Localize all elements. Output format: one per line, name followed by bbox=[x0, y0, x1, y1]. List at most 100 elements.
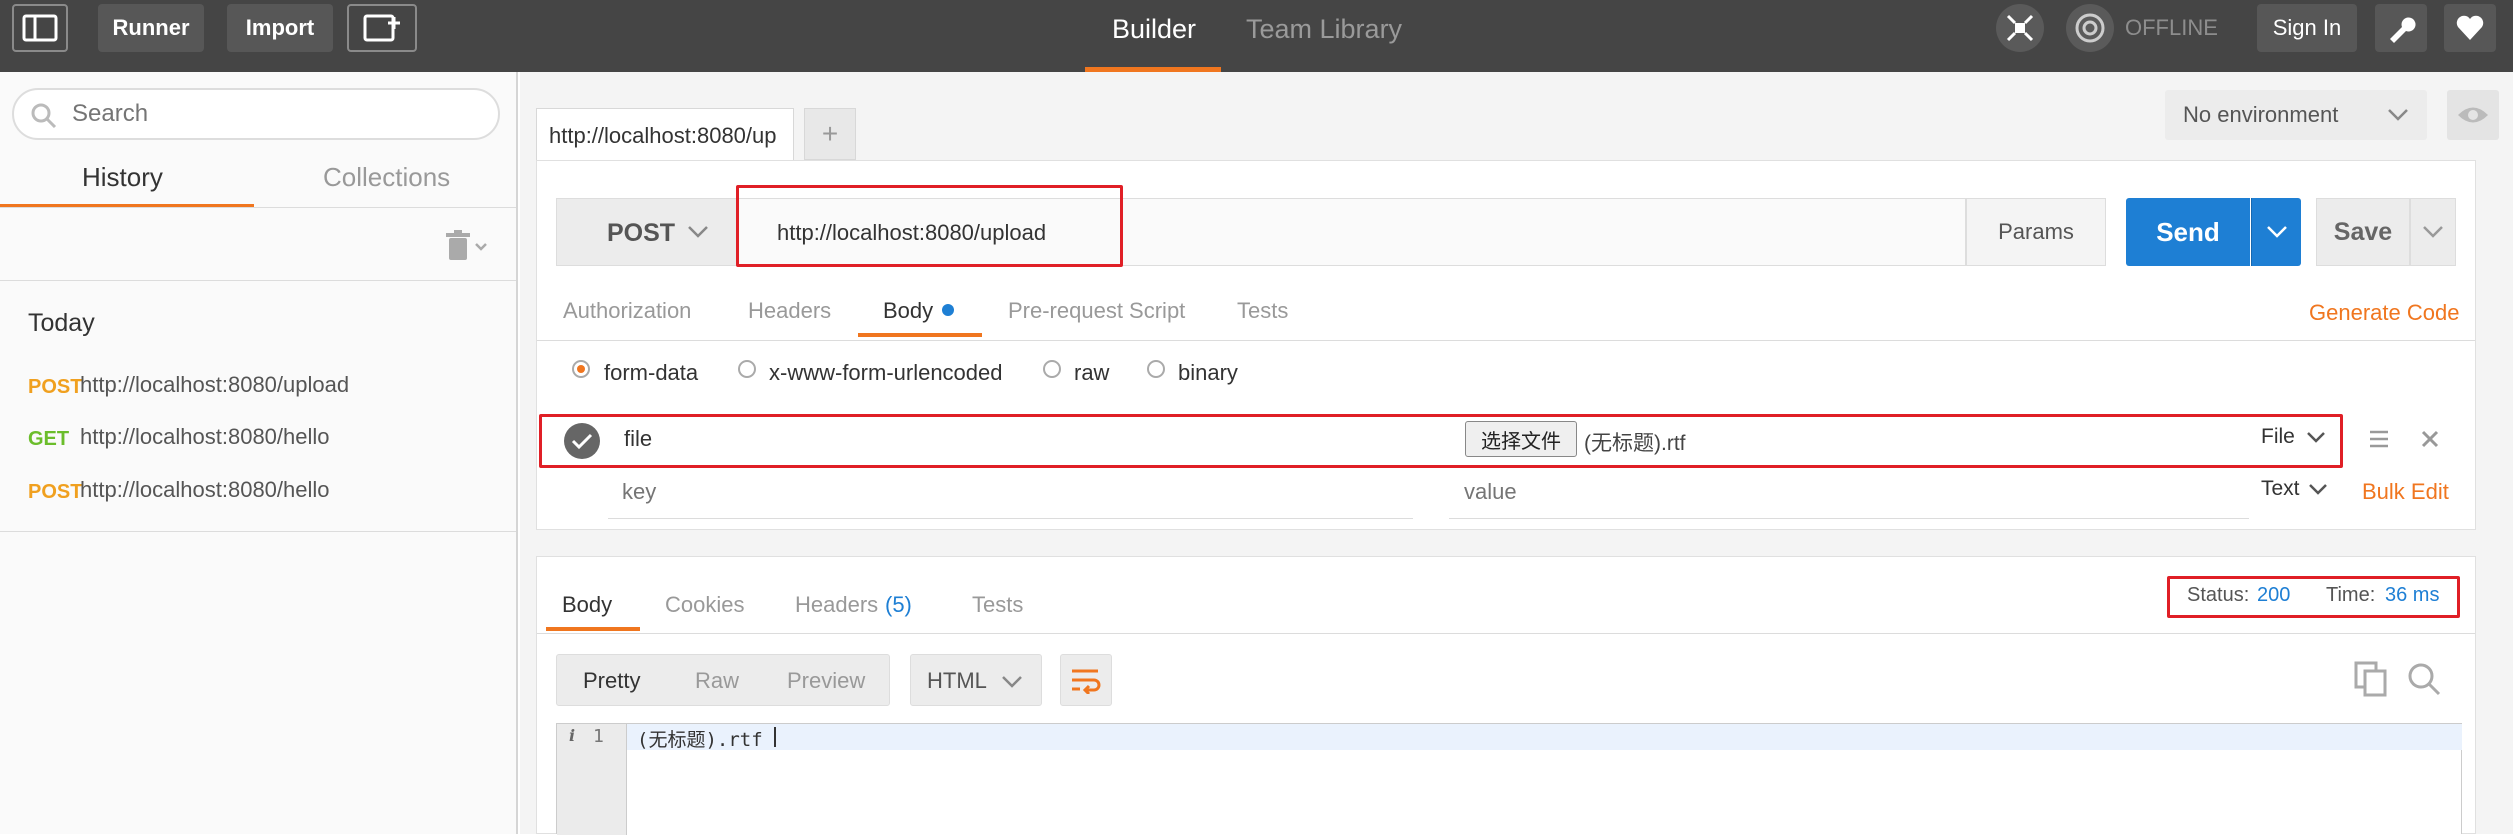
heart-icon bbox=[2456, 15, 2484, 40]
response-tab-tests[interactable]: Tests bbox=[972, 592, 1023, 618]
trash-icon bbox=[446, 230, 487, 260]
history-item[interactable]: POST http://localhost:8080/upload bbox=[28, 372, 508, 408]
add-tab-button[interactable]: + bbox=[804, 108, 856, 160]
url-field[interactable] bbox=[738, 198, 1966, 266]
view-pretty-button[interactable]: Pretty bbox=[583, 668, 640, 694]
row-drag-handle-icon[interactable] bbox=[2366, 428, 2392, 450]
search-icon[interactable] bbox=[2406, 661, 2442, 697]
history-item-url: http://localhost:8080/upload bbox=[80, 372, 350, 397]
sidebar: History Collections Today POST http://lo… bbox=[0, 72, 518, 834]
radio-form-data-label: form-data bbox=[604, 360, 699, 385]
new-type-select[interactable]: Text bbox=[2261, 477, 2300, 501]
eye-icon bbox=[2458, 107, 2488, 123]
close-icon[interactable] bbox=[2419, 428, 2441, 450]
view-mode-switcher: Pretty Raw Preview bbox=[556, 654, 890, 706]
tab-pre-request-script[interactable]: Pre-request Script bbox=[1008, 298, 1185, 324]
view-preview-button[interactable]: Preview bbox=[787, 668, 865, 694]
heart-button[interactable] bbox=[2444, 4, 2496, 52]
copy-icon[interactable] bbox=[2354, 661, 2388, 697]
url-input[interactable] bbox=[777, 217, 1477, 249]
chevron-down-icon bbox=[2307, 432, 2325, 443]
radio-urlencoded[interactable] bbox=[738, 360, 756, 378]
row-enabled-checkbox[interactable] bbox=[564, 423, 600, 459]
offline-status: OFFLINE bbox=[2125, 15, 2218, 40]
status-value: 200 bbox=[2257, 584, 2291, 606]
format-value: HTML bbox=[927, 668, 987, 693]
environment-quick-look-button[interactable] bbox=[2447, 90, 2499, 140]
chevron-down-icon bbox=[2309, 484, 2327, 495]
params-button[interactable]: Params bbox=[1966, 198, 2106, 266]
radio-binary[interactable] bbox=[1147, 360, 1165, 378]
sync-icon bbox=[2075, 13, 2105, 43]
history-item-method: GET bbox=[28, 428, 70, 450]
check-icon bbox=[571, 433, 593, 450]
history-item[interactable]: POST http://localhost:8080/hello bbox=[28, 477, 508, 513]
time-value: 36 ms bbox=[2385, 584, 2440, 606]
save-options-button[interactable] bbox=[2410, 198, 2456, 266]
time-label: Time: bbox=[2326, 584, 2376, 606]
response-tab-headers[interactable]: Headers bbox=[795, 592, 878, 618]
tab-body[interactable]: Body bbox=[883, 298, 933, 324]
import-button[interactable]: Import bbox=[227, 4, 333, 52]
form-type-select[interactable]: File bbox=[2261, 425, 2295, 449]
send-options-button[interactable] bbox=[2251, 198, 2301, 266]
sync-status-button[interactable] bbox=[2066, 4, 2114, 52]
tab-collections[interactable]: Collections bbox=[323, 162, 450, 193]
tab-builder[interactable]: Builder bbox=[1112, 14, 1196, 45]
history-group-today: Today bbox=[28, 309, 95, 337]
text-cursor bbox=[774, 727, 776, 747]
request-tab[interactable]: http://localhost:8080/up bbox=[536, 108, 794, 162]
sidebar-toggle-button[interactable] bbox=[12, 4, 68, 52]
new-key-input[interactable] bbox=[622, 476, 1322, 508]
radio-raw[interactable] bbox=[1043, 360, 1061, 378]
format-select[interactable]: HTML bbox=[910, 654, 1042, 706]
environment-select[interactable]: No environment bbox=[2165, 90, 2427, 140]
history-item[interactable]: GET http://localhost:8080/hello bbox=[28, 424, 508, 460]
new-tab-button[interactable] bbox=[347, 4, 417, 52]
save-button[interactable]: Save bbox=[2316, 198, 2410, 266]
response-tab-indicator bbox=[546, 627, 640, 631]
form-key[interactable]: file bbox=[624, 426, 652, 452]
method-select[interactable]: POST bbox=[556, 198, 738, 266]
runner-button[interactable]: Runner bbox=[98, 4, 204, 52]
chevron-down-icon bbox=[2266, 226, 2287, 238]
choose-file-button[interactable]: 选择文件 bbox=[1465, 421, 1577, 457]
info-icon: i bbox=[569, 726, 576, 745]
history-item-method: POST bbox=[28, 481, 83, 503]
tab-tests[interactable]: Tests bbox=[1237, 298, 1288, 324]
response-tab-cookies[interactable]: Cookies bbox=[665, 592, 744, 618]
response-tab-body[interactable]: Body bbox=[562, 592, 612, 618]
view-raw-button[interactable]: Raw bbox=[695, 668, 739, 694]
generate-code-link[interactable]: Generate Code bbox=[2309, 300, 2459, 326]
response-headers-count: (5) bbox=[885, 592, 912, 617]
tab-authorization[interactable]: Authorization bbox=[563, 298, 691, 324]
editor-gutter bbox=[557, 724, 627, 835]
tab-history[interactable]: History bbox=[82, 162, 163, 193]
environment-selected: No environment bbox=[2183, 102, 2339, 127]
new-value-input[interactable] bbox=[1464, 476, 2164, 508]
line-number: 1 bbox=[593, 726, 604, 747]
wrap-lines-icon bbox=[1072, 669, 1101, 694]
clear-history-button[interactable] bbox=[444, 230, 492, 267]
tab-team-library[interactable]: Team Library bbox=[1246, 14, 1402, 45]
radio-urlencoded-label: x-www-form-urlencoded bbox=[769, 360, 1003, 385]
history-item-url: http://localhost:8080/hello bbox=[80, 424, 330, 449]
search-input[interactable] bbox=[72, 98, 472, 130]
settings-button[interactable] bbox=[2375, 4, 2427, 52]
history-item-url: http://localhost:8080/hello bbox=[80, 477, 330, 502]
send-button[interactable]: Send bbox=[2126, 198, 2250, 266]
history-item-method: POST bbox=[28, 376, 83, 398]
wrench-icon bbox=[2390, 17, 2416, 43]
search-box[interactable] bbox=[12, 88, 500, 140]
interceptor-button[interactable] bbox=[1996, 4, 2044, 52]
bulk-edit-link[interactable]: Bulk Edit bbox=[2362, 479, 2449, 505]
sign-in-button[interactable]: Sign In bbox=[2257, 4, 2357, 52]
wrap-lines-button[interactable] bbox=[1060, 654, 1112, 706]
tab-headers[interactable]: Headers bbox=[748, 298, 831, 324]
radio-form-data[interactable] bbox=[572, 360, 590, 378]
satellite-icon bbox=[2006, 14, 2034, 42]
status-label: Status: bbox=[2187, 584, 2250, 606]
chevron-down-icon bbox=[2388, 109, 2408, 121]
form-data-row: file 选择文件 (无标题).rtf File bbox=[540, 417, 2340, 467]
response-editor[interactable]: i 1 (无标题).rtf bbox=[556, 723, 2462, 835]
